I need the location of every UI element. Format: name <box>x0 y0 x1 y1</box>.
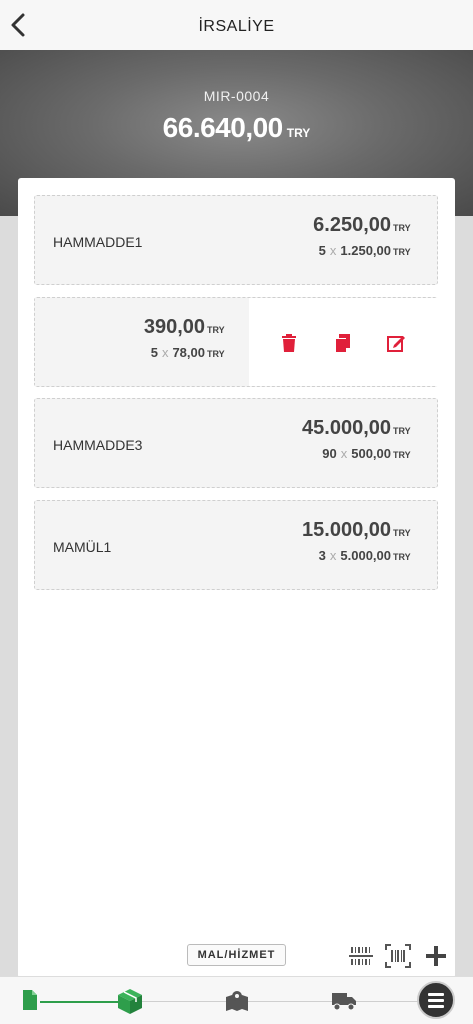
unit-price: 1.250,00 <box>340 243 391 258</box>
barcode-frame-icon <box>385 944 411 968</box>
unit-currency: TRY <box>393 247 411 257</box>
map-icon <box>226 991 248 1011</box>
nav-map[interactable] <box>225 990 249 1017</box>
quantity: 90 <box>322 446 337 461</box>
list-item[interactable]: HAMMADDE3 45.000,00 TRY 90 x 500,00 TRY <box>34 398 438 488</box>
unit-currency: TRY <box>393 450 411 460</box>
copy-icon <box>335 334 350 352</box>
unit-price: 78,00 <box>172 345 205 360</box>
nav-document[interactable] <box>22 989 38 1016</box>
package-icon <box>118 989 142 1014</box>
times-sign: x <box>161 345 169 360</box>
barcode-line-icon <box>349 947 373 965</box>
item-amounts: 15.000,00 TRY 3 x 5.000,00 TRY <box>302 519 419 563</box>
item-amounts: 6.250,00 TRY 5 x 1.250,00 TRY <box>313 214 419 258</box>
item-name: HAMMADDE1 <box>53 234 143 250</box>
items-panel: HAMMADDE1 6.250,00 TRY 5 x 1.250,00 TRY 390,… <box>18 178 455 978</box>
unit-price: 500,00 <box>351 446 391 461</box>
swipe-actions <box>249 298 438 386</box>
total-amount: 66.640,00 <box>162 112 284 143</box>
barcode-scan-button[interactable] <box>348 944 374 968</box>
bottom-navigation <box>0 976 473 1024</box>
list-item[interactable]: HAMMADDE1 6.250,00 TRY 5 x 1.250,00 TRY <box>34 195 438 285</box>
quantity: 5 <box>318 243 326 258</box>
line-total: 6.250,00 <box>313 214 391 236</box>
menu-icon <box>428 993 444 1008</box>
barcode-frame-button[interactable] <box>385 944 411 968</box>
document-number: MIR-0004 <box>203 88 270 104</box>
quantity: 5 <box>150 345 158 360</box>
line-total: 390,00 <box>143 316 205 338</box>
delete-button[interactable] <box>278 332 300 354</box>
item-content: 390,00 TRY 5 x 78,00 TRY <box>35 298 249 386</box>
line-currency: TRY <box>207 325 225 335</box>
nav-shipment[interactable] <box>331 991 357 1016</box>
document-total: 66.640,00 TRY <box>0 112 473 144</box>
trash-icon <box>282 334 296 352</box>
line-currency: TRY <box>393 426 411 436</box>
times-sign: x <box>329 548 337 563</box>
unit-price: 5.000,00 <box>340 548 391 563</box>
edit-icon <box>387 336 405 352</box>
item-amounts: 390,00 TRY 5 x 78,00 TRY <box>144 316 233 360</box>
times-sign: x <box>340 446 348 461</box>
page-title: İRSALİYE <box>198 18 275 35</box>
total-currency: TRY <box>286 126 311 140</box>
item-name: MAMÜL1 <box>53 539 112 555</box>
line-currency: TRY <box>393 223 411 233</box>
progress-fill <box>40 1001 120 1003</box>
edit-button[interactable] <box>386 332 408 354</box>
plus-icon <box>426 946 446 966</box>
line-total: 45.000,00 <box>302 417 391 439</box>
quantity: 3 <box>318 548 326 563</box>
truck-icon <box>332 993 356 1011</box>
top-bar: İRSALİYE <box>0 0 473 50</box>
nav-package[interactable] <box>116 987 144 1020</box>
list-item[interactable]: 390,00 TRY 5 x 78,00 TRY <box>34 297 438 387</box>
unit-currency: TRY <box>207 349 225 359</box>
item-name: HAMMADDE3 <box>53 437 143 453</box>
line-currency: TRY <box>393 528 411 538</box>
add-button[interactable] <box>424 944 448 968</box>
list-item[interactable]: MAMÜL1 15.000,00 TRY 3 x 5.000,00 TRY <box>34 500 438 590</box>
times-sign: x <box>329 243 337 258</box>
item-amounts: 45.000,00 TRY 90 x 500,00 TRY <box>302 417 419 461</box>
mal-hizmet-button[interactable]: MAL/HİZMET <box>187 944 286 966</box>
unit-currency: TRY <box>393 552 411 562</box>
copy-button[interactable] <box>332 332 354 354</box>
document-icon <box>23 990 37 1010</box>
line-total: 15.000,00 <box>302 519 391 541</box>
menu-button[interactable] <box>417 981 455 1019</box>
